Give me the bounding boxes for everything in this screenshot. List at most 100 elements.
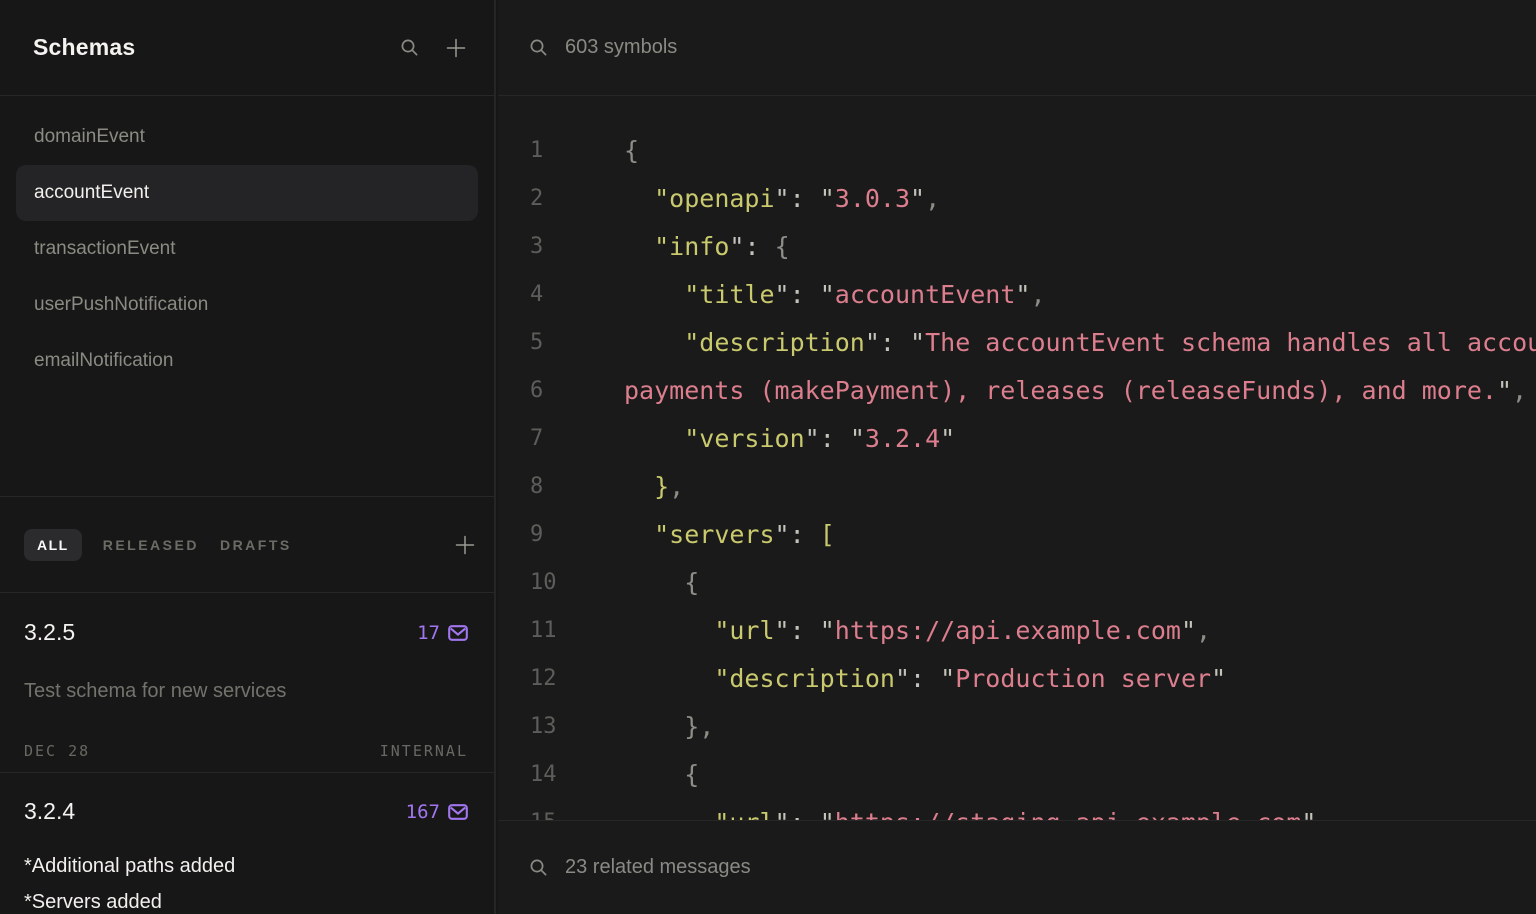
code-token bbox=[895, 328, 910, 357]
code-token: Production server bbox=[955, 664, 1211, 693]
version-card-header: 3.2.517 bbox=[24, 619, 468, 646]
schema-editor-panel: 603 symbols 1{2 "openapi": "3.0.3",3 "in… bbox=[498, 0, 1536, 914]
code-token: " bbox=[895, 664, 910, 693]
search-icon[interactable] bbox=[400, 38, 419, 57]
sidebar-item-transactionEvent[interactable]: transactionEvent bbox=[16, 221, 478, 277]
code-token: { bbox=[684, 760, 699, 789]
code-line-7[interactable]: 7 "version": "3.2.4" bbox=[498, 414, 1536, 462]
code-token bbox=[624, 568, 684, 597]
code-token: " bbox=[910, 184, 925, 213]
code-token: "title bbox=[684, 280, 774, 309]
code-line-8[interactable]: 8 }, bbox=[498, 462, 1536, 510]
code-token: : bbox=[910, 664, 925, 693]
sidebar-title: Schemas bbox=[33, 34, 374, 61]
sidebar-item-emailNotification[interactable]: emailNotification bbox=[16, 333, 478, 389]
code-token bbox=[624, 616, 714, 645]
code-token bbox=[760, 232, 775, 261]
code-line-6[interactable]: 6payments (makePayment), releases (relea… bbox=[498, 366, 1536, 414]
version-filter-tabs: ALL RELEASED DRAFTS bbox=[0, 496, 494, 593]
add-version-icon[interactable] bbox=[454, 534, 476, 556]
code-token: "openapi bbox=[654, 184, 774, 213]
messages-count: 17 bbox=[417, 622, 440, 644]
code-line-2[interactable]: 2 "openapi": "3.0.3", bbox=[498, 174, 1536, 222]
code-token bbox=[624, 664, 714, 693]
code-token bbox=[624, 232, 654, 261]
sidebar-item-accountEvent[interactable]: accountEvent bbox=[16, 165, 478, 221]
add-schema-icon[interactable] bbox=[445, 37, 467, 59]
symbols-count-label: 603 symbols bbox=[565, 36, 677, 59]
messages-count-badge[interactable]: 17 bbox=[417, 622, 468, 644]
code-token: [ bbox=[820, 520, 835, 549]
search-icon[interactable] bbox=[529, 38, 548, 57]
code-token: : bbox=[744, 232, 759, 261]
code-line-9[interactable]: 9 "servers": [ bbox=[498, 510, 1536, 558]
code-token: https://staging.api.example.com bbox=[835, 808, 1302, 821]
code-line-3[interactable]: 3 "info": { bbox=[498, 222, 1536, 270]
envelope-icon bbox=[448, 804, 468, 820]
code-token: "url bbox=[714, 808, 774, 821]
line-number: 5 bbox=[498, 330, 624, 355]
tab-drafts[interactable]: DRAFTS bbox=[220, 529, 292, 561]
code-token bbox=[805, 616, 820, 645]
schema-item-label: accountEvent bbox=[34, 182, 149, 204]
sidebar-item-domainEvent[interactable]: domainEvent bbox=[16, 109, 478, 165]
schemas-sidebar: Schemas domainEvent accountEvent transacti… bbox=[0, 0, 496, 914]
line-number: 12 bbox=[498, 666, 624, 691]
code-token: accountEvent bbox=[835, 280, 1016, 309]
line-number: 7 bbox=[498, 426, 624, 451]
code-token bbox=[624, 472, 654, 501]
code-line-14[interactable]: 14 { bbox=[498, 750, 1536, 798]
code-token: : bbox=[790, 808, 805, 821]
code-token: : bbox=[820, 424, 835, 453]
tab-released[interactable]: RELEASED bbox=[103, 529, 199, 561]
line-number: 6 bbox=[498, 378, 624, 403]
code-line-13[interactable]: 13 }, bbox=[498, 702, 1536, 750]
code-line-11[interactable]: 11 "url": "https://api.example.com", bbox=[498, 606, 1536, 654]
code-token: "url bbox=[714, 616, 774, 645]
version-description-line: *Servers added bbox=[24, 884, 468, 914]
symbols-bar[interactable]: 603 symbols bbox=[498, 0, 1536, 96]
code-line-12[interactable]: 12 "description": "Production server" bbox=[498, 654, 1536, 702]
code-token bbox=[624, 808, 714, 821]
code-token: " bbox=[820, 616, 835, 645]
code-token bbox=[805, 184, 820, 213]
code-token: payments (makePayment), releases (releas… bbox=[624, 376, 1497, 405]
sidebar-item-userPushNotification[interactable]: userPushNotification bbox=[16, 277, 478, 333]
code-token: , bbox=[669, 472, 684, 501]
line-number: 1 bbox=[498, 138, 624, 163]
code-line-1[interactable]: 1{ bbox=[498, 126, 1536, 174]
code-token bbox=[624, 280, 684, 309]
messages-count-badge[interactable]: 167 bbox=[406, 801, 468, 823]
version-meta-row: DEC 28INTERNAL bbox=[24, 742, 468, 760]
code-token: { bbox=[624, 136, 639, 165]
search-icon[interactable] bbox=[529, 858, 548, 877]
version-card-3.2.4[interactable]: 3.2.4167*Additional paths added*Servers … bbox=[0, 773, 494, 914]
code-editor[interactable]: 1{2 "openapi": "3.0.3",3 "info": {4 "tit… bbox=[498, 96, 1536, 820]
code-token: , bbox=[1512, 376, 1527, 405]
code-token: " bbox=[1211, 664, 1226, 693]
code-line-4[interactable]: 4 "title": "accountEvent", bbox=[498, 270, 1536, 318]
code-token: 3.2.4 bbox=[865, 424, 940, 453]
related-messages-bar[interactable]: 23 related messages bbox=[498, 820, 1536, 914]
code-token: : bbox=[790, 184, 805, 213]
code-token: { bbox=[775, 232, 790, 261]
code-line-15[interactable]: 15 "url": "https://staging.api.example.c… bbox=[498, 798, 1536, 820]
code-line-5[interactable]: 5 "description": "The accountEvent schem… bbox=[498, 318, 1536, 366]
schema-item-label: transactionEvent bbox=[34, 238, 176, 260]
line-number: 13 bbox=[498, 714, 624, 739]
tab-all[interactable]: ALL bbox=[24, 529, 82, 561]
code-token: " bbox=[820, 184, 835, 213]
code-token bbox=[835, 424, 850, 453]
code-token: "version bbox=[684, 424, 804, 453]
line-number: 3 bbox=[498, 234, 624, 259]
code-line-10[interactable]: 10 { bbox=[498, 558, 1536, 606]
code-token: " bbox=[1181, 616, 1196, 645]
code-token bbox=[624, 424, 684, 453]
version-description: Test schema for new services bbox=[24, 673, 468, 709]
version-card-3.2.5[interactable]: 3.2.517 Test schema for new services DEC 2… bbox=[0, 594, 494, 773]
code-token: " bbox=[820, 280, 835, 309]
code-token: " bbox=[805, 424, 820, 453]
version-description: *Additional paths added*Servers added bbox=[24, 848, 468, 914]
code-token: : bbox=[880, 328, 895, 357]
code-token: " bbox=[910, 328, 925, 357]
